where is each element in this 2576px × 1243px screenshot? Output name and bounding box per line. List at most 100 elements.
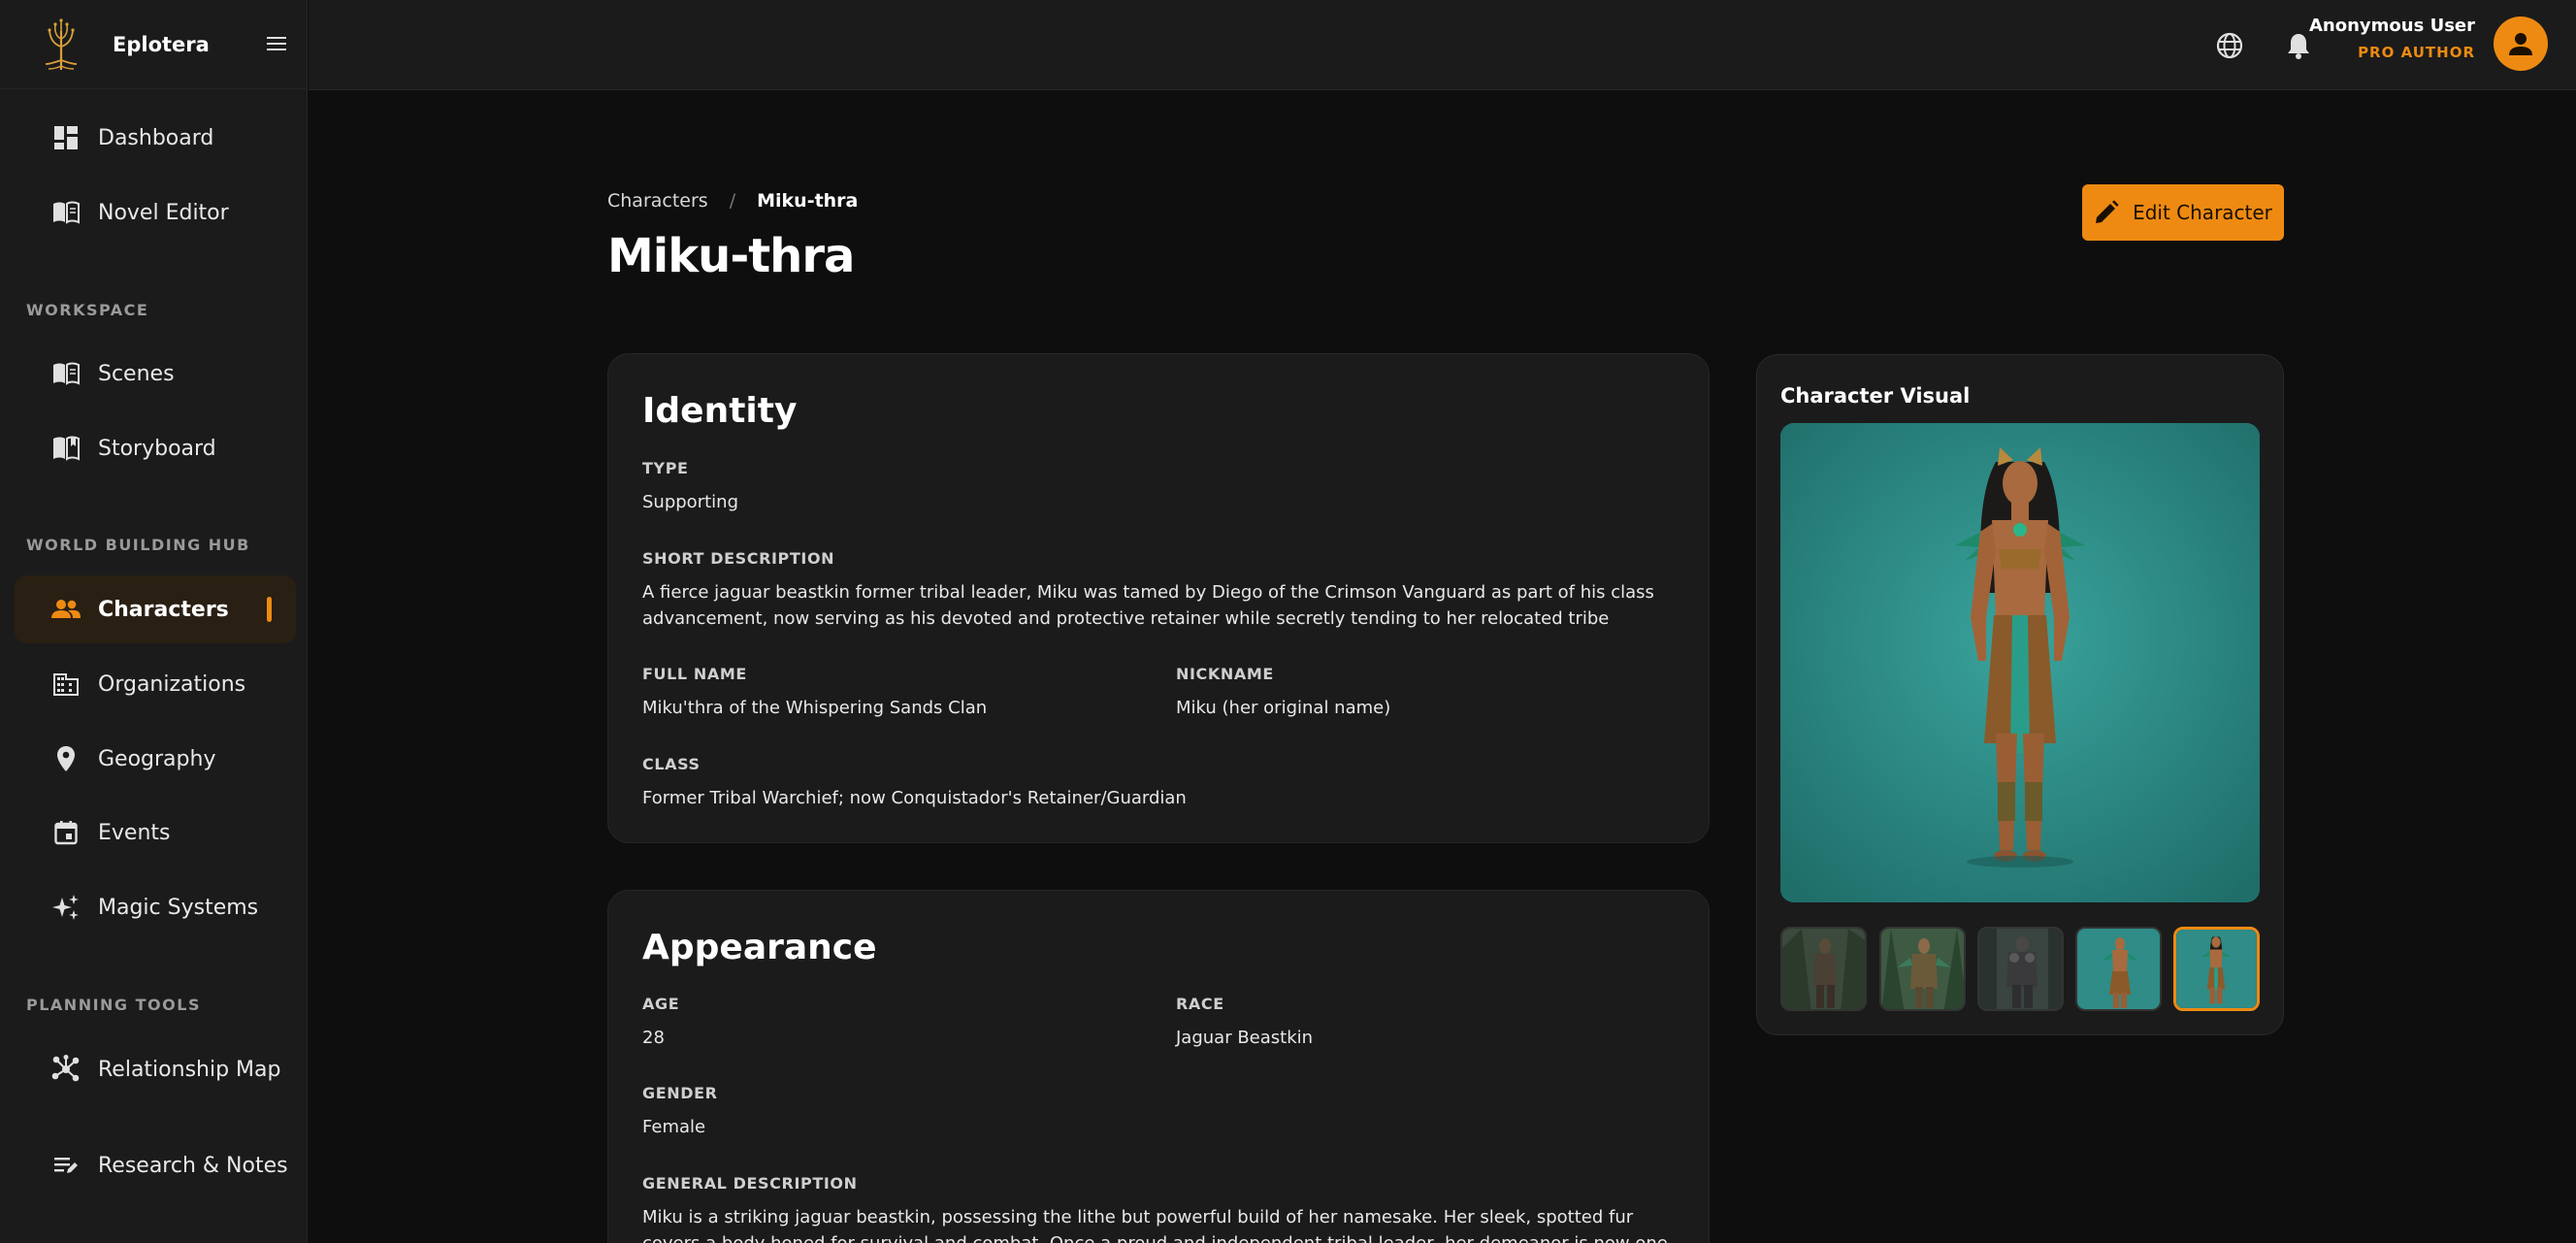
language-button[interactable] bbox=[2213, 29, 2246, 62]
pencil-icon bbox=[2096, 200, 2119, 223]
appearance-title: Appearance bbox=[642, 928, 877, 967]
dashboard-icon bbox=[51, 123, 81, 152]
sidebar-item-label: Novel Editor bbox=[98, 200, 229, 225]
globe-icon bbox=[2216, 32, 2243, 59]
field-label: FULL NAME bbox=[642, 665, 747, 683]
sidebar-item-label: Magic Systems bbox=[98, 895, 259, 920]
thumbnail-4[interactable] bbox=[2075, 927, 2162, 1011]
sidebar-item-organizations[interactable]: Organizations bbox=[15, 650, 296, 718]
field-label: AGE bbox=[642, 995, 680, 1013]
section-title-world-building: WORLD BUILDING HUB bbox=[26, 536, 250, 554]
character-thumbnail-image bbox=[2176, 930, 2257, 1008]
character-visual-title: Character Visual bbox=[1780, 384, 1971, 408]
tree-logo-icon bbox=[45, 17, 78, 70]
sidebar-item-label: Organizations bbox=[98, 671, 246, 697]
field-label: CLASS bbox=[642, 755, 701, 773]
thumbnail-1[interactable] bbox=[1780, 927, 1867, 1011]
hamburger-icon bbox=[267, 37, 286, 50]
breadcrumb-characters-link[interactable]: Characters bbox=[607, 190, 708, 212]
book-bookmark-icon bbox=[51, 434, 81, 463]
page-title: Miku-thra bbox=[607, 229, 855, 283]
field-gender: GENDER Female bbox=[642, 1084, 718, 1140]
appearance-card: Appearance AGE 28 RACE Jaguar Beastkin G… bbox=[607, 890, 1710, 1243]
section-title-workspace: WORKSPACE bbox=[26, 301, 149, 319]
map-pin-icon bbox=[51, 744, 81, 773]
field-label: GENDER bbox=[642, 1084, 718, 1102]
sidebar-item-magic-systems[interactable]: Magic Systems bbox=[15, 873, 296, 941]
person-icon bbox=[2509, 33, 2532, 55]
field-value: Jaguar Beastkin bbox=[1176, 1028, 1314, 1048]
field-short-description: SHORT DESCRIPTION A fierce jaguar beastk… bbox=[642, 549, 1680, 632]
edit-character-button[interactable]: Edit Character bbox=[2082, 184, 2284, 241]
field-value: A fierce jaguar beastkin former tribal l… bbox=[642, 582, 1654, 629]
sidebar-item-storyboard[interactable]: Storyboard bbox=[15, 414, 296, 482]
sidebar: Eplotera Dashboard Novel Editor WORKSPAC… bbox=[0, 0, 308, 1243]
field-label: RACE bbox=[1176, 995, 1224, 1013]
hamburger-menu-button[interactable] bbox=[264, 31, 289, 56]
sidebar-item-relationship-map[interactable]: Relationship Map bbox=[15, 1035, 296, 1103]
sparkles-icon bbox=[51, 893, 81, 922]
field-type: TYPE Supporting bbox=[642, 459, 738, 515]
field-race: RACE Jaguar Beastkin bbox=[1176, 995, 1313, 1051]
notes-icon bbox=[51, 1151, 81, 1180]
brand[interactable]: Eplotera bbox=[0, 0, 307, 89]
network-icon bbox=[51, 1055, 81, 1084]
sidebar-item-label: Events bbox=[98, 820, 171, 845]
sidebar-item-characters[interactable]: Characters bbox=[15, 575, 296, 643]
character-thumbnail-image bbox=[2077, 929, 2160, 1009]
sidebar-item-novel-editor[interactable]: Novel Editor bbox=[15, 179, 296, 246]
field-label: NICKNAME bbox=[1176, 665, 1274, 683]
sidebar-item-events[interactable]: Events bbox=[15, 799, 296, 867]
sidebar-item-label: Research & Notes bbox=[98, 1153, 288, 1178]
building-icon bbox=[51, 670, 81, 699]
character-visual-card: Character Visual bbox=[1756, 354, 2284, 1035]
sidebar-item-label: Relationship Map bbox=[98, 1057, 281, 1082]
breadcrumb-separator: / bbox=[729, 190, 736, 212]
identity-card: Identity TYPE Supporting SHORT DESCRIPTI… bbox=[607, 353, 1710, 843]
field-general-description: GENERAL DESCRIPTION Miku is a striking j… bbox=[642, 1174, 1680, 1243]
field-value: Female bbox=[642, 1117, 706, 1137]
field-label: GENERAL DESCRIPTION bbox=[642, 1174, 858, 1193]
sidebar-item-label: Characters bbox=[98, 597, 229, 622]
field-value: 28 bbox=[642, 1028, 665, 1048]
active-indicator bbox=[267, 597, 272, 622]
field-value: Miku'thra of the Whispering Sands Clan bbox=[642, 698, 988, 718]
sidebar-item-scenes[interactable]: Scenes bbox=[15, 340, 296, 408]
avatar[interactable] bbox=[2494, 16, 2548, 71]
user-info[interactable]: Anonymous User PRO AUTHOR bbox=[2309, 16, 2475, 61]
field-nickname: NICKNAME Miku (her original name) bbox=[1176, 665, 1390, 721]
character-thumbnail-image bbox=[1782, 929, 1865, 1009]
field-value: Supporting bbox=[642, 492, 738, 512]
identity-title: Identity bbox=[642, 391, 798, 431]
field-value: Former Tribal Warchief; now Conquistador… bbox=[642, 788, 1187, 808]
sidebar-item-label: Dashboard bbox=[98, 125, 214, 150]
people-icon bbox=[51, 595, 81, 624]
field-age: AGE 28 bbox=[642, 995, 679, 1051]
field-label: TYPE bbox=[642, 459, 689, 477]
sidebar-item-research-notes[interactable]: Research & Notes bbox=[15, 1131, 296, 1199]
section-title-planning-tools: PLANNING TOOLS bbox=[26, 996, 201, 1014]
user-role-badge: PRO AUTHOR bbox=[2358, 44, 2475, 61]
field-value: Miku is a striking jaguar beastkin, poss… bbox=[642, 1207, 1668, 1243]
thumbnail-2[interactable] bbox=[1879, 927, 1966, 1011]
field-value: Miku (her original name) bbox=[1176, 698, 1391, 718]
app-name: Eplotera bbox=[113, 32, 210, 56]
book-open-icon bbox=[51, 198, 81, 227]
sidebar-item-label: Scenes bbox=[98, 361, 175, 386]
sidebar-item-geography[interactable]: Geography bbox=[15, 725, 296, 793]
app-root: Eplotera Dashboard Novel Editor WORKSPAC… bbox=[0, 0, 2576, 1243]
user-name: Anonymous User bbox=[2309, 16, 2475, 36]
field-class: CLASS Former Tribal Warchief; now Conqui… bbox=[642, 755, 1187, 811]
bell-icon bbox=[2288, 34, 2309, 59]
thumbnail-5-selected[interactable] bbox=[2173, 927, 2260, 1011]
sidebar-item-label: Storyboard bbox=[98, 436, 216, 461]
thumbnail-3[interactable] bbox=[1977, 927, 2064, 1011]
field-full-name: FULL NAME Miku'thra of the Whispering Sa… bbox=[642, 665, 987, 721]
topbar: Anonymous User PRO AUTHOR bbox=[309, 0, 2576, 90]
character-thumbnail-image bbox=[1881, 929, 1964, 1009]
character-portrait[interactable] bbox=[1780, 423, 2260, 902]
book-open-icon bbox=[51, 359, 81, 388]
sidebar-item-dashboard[interactable]: Dashboard bbox=[15, 104, 296, 172]
character-thumbnail-image bbox=[1979, 929, 2062, 1009]
calendar-icon bbox=[51, 818, 81, 847]
